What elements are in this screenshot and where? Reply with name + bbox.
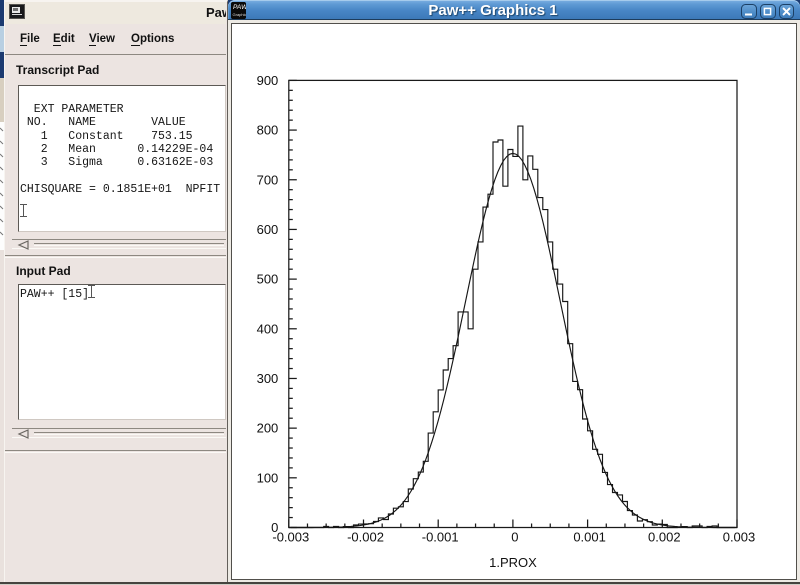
svg-text:0: 0 <box>511 530 518 545</box>
svg-text:-0.001: -0.001 <box>422 530 459 545</box>
svg-text:1.PROX: 1.PROX <box>489 555 537 570</box>
svg-text:200: 200 <box>257 421 279 436</box>
svg-text:700: 700 <box>257 172 279 187</box>
svg-text:100: 100 <box>257 470 279 485</box>
svg-text:800: 800 <box>257 123 279 138</box>
svg-text:0.003: 0.003 <box>723 530 756 545</box>
svg-text:-0.002: -0.002 <box>347 530 384 545</box>
svg-text:-0.003: -0.003 <box>272 530 309 545</box>
svg-text:600: 600 <box>257 222 279 237</box>
svg-text:500: 500 <box>257 272 279 287</box>
svg-text:0.002: 0.002 <box>648 530 681 545</box>
svg-text:0.001: 0.001 <box>573 530 606 545</box>
svg-text:400: 400 <box>257 321 279 336</box>
svg-text:300: 300 <box>257 371 279 386</box>
svg-text:900: 900 <box>257 73 279 88</box>
